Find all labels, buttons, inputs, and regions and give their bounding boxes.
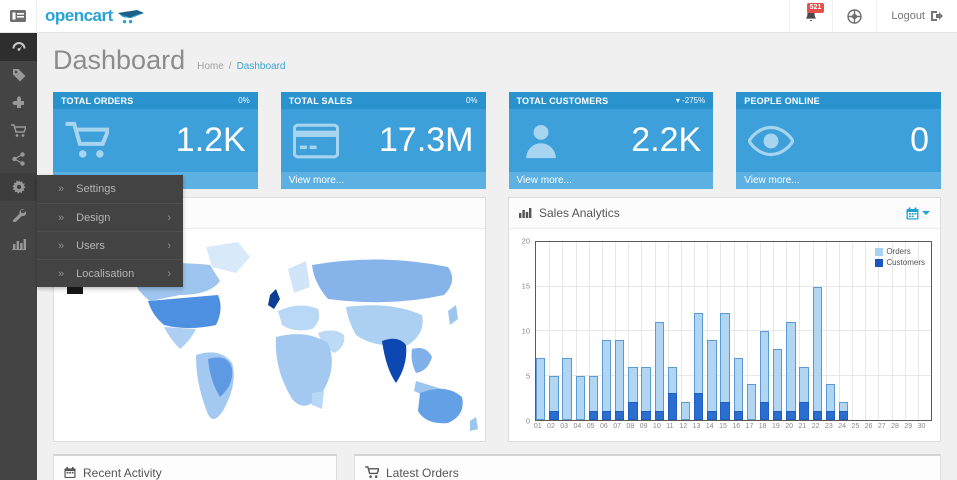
globe-icon (847, 9, 862, 24)
sales-chart-xlabels: 0102030405060708091011121314151617181920… (535, 423, 932, 435)
bar-chart-icon (519, 207, 532, 219)
tile-people-online: PEOPLE ONLINE 0 View more... (736, 92, 941, 189)
page-title: Dashboard (53, 45, 185, 76)
double-angle-icon: » (58, 183, 64, 195)
submenu-item-label: Design (76, 212, 110, 224)
topbar-actions: 521 Logout (789, 0, 957, 32)
bottom-row: Recent Activity Latest Orders (53, 454, 941, 480)
tag-icon (12, 68, 26, 82)
sidebar-item-extensions[interactable] (0, 89, 37, 117)
view-more-link[interactable]: View more... (509, 172, 714, 189)
sidebar-item-marketing[interactable] (0, 145, 37, 173)
tile-title: TOTAL SALES (289, 96, 353, 106)
tile-value: 1.2K (176, 121, 246, 160)
sidebar-item-system[interactable] (0, 173, 37, 201)
sales-chart: 05101520 Orders Customers (515, 241, 932, 421)
sales-analytics-panel: Sales Analytics (508, 197, 941, 442)
panel-title: Sales Analytics (539, 206, 620, 220)
eye-icon (748, 125, 794, 157)
tile-title: TOTAL CUSTOMERS (517, 96, 609, 106)
sidebar-item-tools[interactable] (0, 201, 37, 229)
submenu-item-label: Localisation (76, 268, 134, 280)
submenu-item-label: Settings (76, 183, 116, 195)
share-icon (12, 152, 25, 166)
breadcrumb: Home / Dashboard (197, 61, 285, 72)
logout-button[interactable]: Logout (876, 0, 957, 32)
credit-card-icon (293, 123, 339, 159)
sales-chart-ylabels: 05101520 (515, 241, 533, 421)
sales-chart-plot: Orders Customers (535, 241, 932, 421)
notification-badge: 521 (807, 3, 825, 13)
chevron-right-icon: › (167, 212, 171, 224)
puzzle-icon (12, 96, 26, 110)
bar-chart-icon (12, 237, 26, 250)
submenu-item-design[interactable]: » Design › (37, 203, 183, 231)
logout-label: Logout (891, 10, 925, 22)
sidebar-item-reports[interactable] (0, 229, 37, 257)
page-header: Dashboard Home / Dashboard (53, 45, 941, 79)
notifications-button[interactable]: 521 (789, 0, 832, 32)
double-angle-icon: » (58, 212, 64, 224)
panels-row: Sales Analytics (53, 197, 941, 442)
chevron-right-icon: › (167, 240, 171, 252)
dashboard-icon (11, 40, 27, 54)
tile-title: PEOPLE ONLINE (744, 96, 820, 106)
panel-title: Recent Activity (83, 466, 162, 480)
breadcrumb-separator: / (229, 61, 232, 72)
sidebar-item-catalog[interactable] (0, 61, 37, 89)
wrench-icon (12, 208, 26, 222)
submenu-item-label: Users (76, 240, 105, 252)
chart-range-dropdown[interactable] (906, 207, 930, 220)
breadcrumb-home[interactable]: Home (197, 61, 224, 72)
tile-title: TOTAL ORDERS (61, 96, 133, 106)
flyout-notch (67, 287, 83, 294)
tile-total-sales: TOTAL SALES 0% 17.3M View more... (281, 92, 486, 189)
double-angle-icon: » (58, 268, 64, 280)
system-submenu: » Settings » Design › » Users › » Locali… (37, 175, 183, 287)
user-icon (521, 121, 561, 161)
calendar-icon (64, 466, 76, 479)
logo-text: opencart (45, 6, 113, 26)
opencart-cart-mark-icon (117, 9, 145, 24)
recent-activity-panel: Recent Activity (53, 454, 337, 480)
storefront-button[interactable] (832, 0, 876, 32)
opencart-logo[interactable]: opencart (37, 0, 145, 32)
view-more-link[interactable]: View more... (281, 172, 486, 189)
gear-icon (12, 180, 26, 194)
top-bar: opencart 521 Logout (0, 0, 957, 33)
tile-value: 2.2K (631, 121, 701, 160)
double-angle-icon: » (58, 240, 64, 252)
panel-title: Latest Orders (386, 466, 459, 480)
tile-total-customers: TOTAL CUSTOMERS ▾ -275% 2.2K View more..… (509, 92, 714, 189)
customers-legend-swatch (875, 259, 883, 267)
sidebar-toggle-button[interactable] (0, 0, 37, 32)
submenu-item-users[interactable]: » Users › (37, 231, 183, 259)
latest-orders-panel: Latest Orders (354, 454, 941, 480)
sidebar-nav (0, 33, 37, 480)
view-more-link[interactable]: View more... (736, 172, 941, 189)
stat-tiles-row: TOTAL ORDERS 0% 1.2K View more... TOTAL … (53, 92, 941, 189)
chart-legend: Orders Customers (875, 247, 925, 267)
orders-legend-label: Orders (886, 247, 910, 256)
tile-change: 0% (238, 96, 250, 105)
orders-legend-swatch (875, 248, 883, 256)
shopping-cart-icon (65, 121, 109, 161)
tile-change: ▾ -275% (676, 96, 705, 105)
sidebar-item-dashboard[interactable] (0, 33, 37, 61)
logout-icon (930, 10, 943, 22)
menu-toggle-icon (10, 10, 26, 22)
tile-value: 0 (910, 121, 929, 160)
submenu-item-localisation[interactable]: » Localisation › (37, 259, 183, 287)
calendar-icon (906, 207, 919, 220)
breadcrumb-current[interactable]: Dashboard (237, 61, 286, 72)
sidebar-item-sales[interactable] (0, 117, 37, 145)
submenu-item-settings[interactable]: » Settings (37, 175, 183, 203)
chevron-right-icon: › (167, 268, 171, 280)
tile-change: 0% (466, 96, 478, 105)
caret-down-icon (922, 211, 930, 215)
customers-legend-label: Customers (886, 258, 925, 267)
shopping-cart-icon (365, 466, 379, 479)
tile-value: 17.3M (379, 121, 474, 160)
shopping-cart-icon (11, 124, 26, 138)
